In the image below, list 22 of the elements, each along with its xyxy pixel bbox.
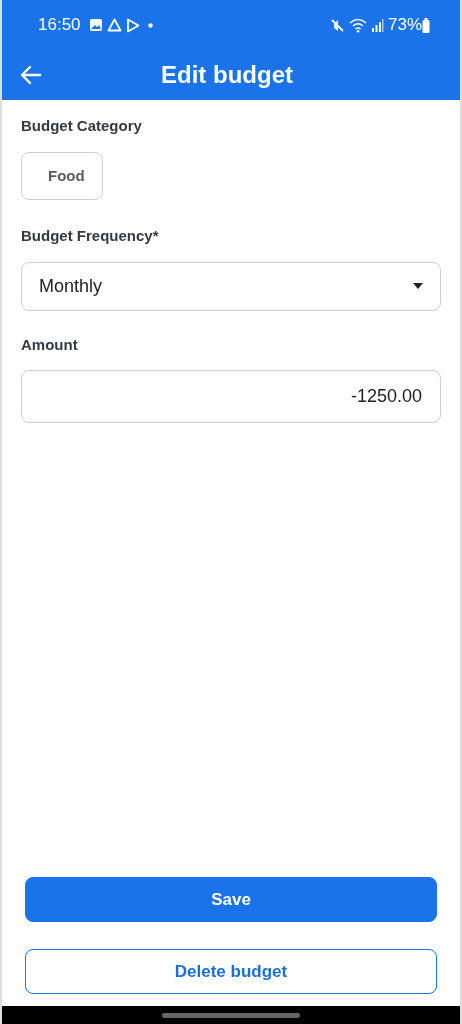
field-label: Budget Category: [21, 116, 142, 136]
save-button[interactable]: Save: [25, 877, 437, 922]
wifi-icon: [348, 17, 367, 33]
dot-icon: [147, 22, 153, 28]
amount-field[interactable]: -1250.00: [21, 370, 441, 423]
dropdown-caret-icon: [413, 283, 423, 289]
signal-icon: [370, 18, 384, 32]
field-label: Budget Frequency*: [21, 226, 159, 246]
gallery-icon: [88, 18, 103, 32]
battery-percent: 73%: [387, 14, 422, 37]
battery-icon: [422, 17, 430, 33]
field-label: Amount: [21, 334, 78, 355]
mute-icon: [329, 17, 345, 33]
category-chip[interactable]: Food: [21, 151, 103, 200]
frequency-dropdown[interactable]: Monthly: [21, 261, 441, 311]
home-bar-icon[interactable]: [162, 1012, 300, 1018]
status-time: 16:50: [38, 14, 81, 37]
screen-title: Edit budget: [160, 60, 294, 90]
play-icon: [125, 17, 140, 33]
back-arrow-icon[interactable]: [20, 65, 42, 85]
triangle-icon: [106, 18, 122, 32]
delete-button[interactable]: Delete budget: [25, 949, 437, 994]
